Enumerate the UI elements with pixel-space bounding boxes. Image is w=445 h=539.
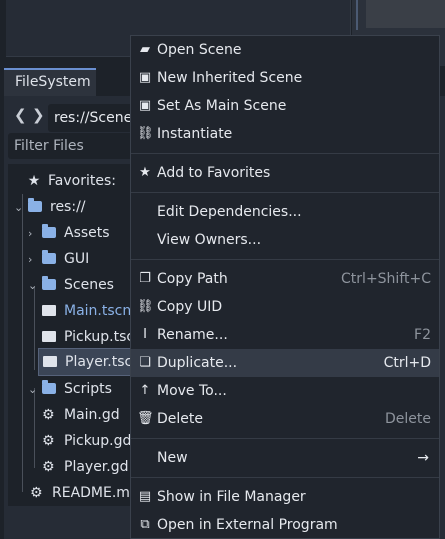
inherited-scene-icon: ▣ <box>138 70 152 85</box>
tree-item-favorites[interactable]: ★ Favorites: <box>26 168 116 194</box>
tree-item-scenes[interactable]: ⌄ Scenes <box>28 272 114 298</box>
menu-separator <box>131 259 439 260</box>
gear-icon: ⚙ <box>42 459 55 475</box>
tree-item-gui[interactable]: › GUI <box>28 246 89 272</box>
menu-item-show-in-file-manager[interactable]: ▤ Show in File Manager <box>131 483 439 511</box>
file-manager-icon: ▤ <box>138 489 152 504</box>
move-up-icon: ↑ <box>139 383 151 398</box>
trash-icon: 🗑 <box>137 411 154 426</box>
forward-arrow-icon[interactable]: ❯ <box>32 106 45 124</box>
menu-item-add-to-favorites[interactable]: ★ Add to Favorites <box>131 159 439 187</box>
menu-separator <box>131 192 439 193</box>
chevron-down-icon: ⌄ <box>14 201 24 214</box>
tree-item-readme[interactable]: ⚙ README.md <box>30 480 139 506</box>
menu-separator <box>131 477 439 478</box>
tree-item-scripts[interactable]: ⌄ Scripts <box>28 376 112 402</box>
link-icon: ⛓ <box>137 126 154 141</box>
menu-item-view-owners[interactable]: View Owners... <box>131 226 439 254</box>
menu-item-open-in-external-program[interactable]: ⧉ Open in External Program <box>131 511 439 539</box>
scene-icon <box>43 356 57 367</box>
tree-item-pickup-tscn[interactable]: Pickup.tscn <box>42 324 143 350</box>
chevron-down-icon: ⌄ <box>28 383 38 396</box>
tree-item-assets[interactable]: › Assets <box>28 220 110 246</box>
menu-separator <box>131 153 439 154</box>
chevron-right-icon: › <box>28 253 33 266</box>
tree-item-main-gd[interactable]: ⚙ Main.gd <box>42 402 120 428</box>
menu-item-new-inherited-scene[interactable]: ▣ New Inherited Scene <box>131 64 439 92</box>
menu-item-set-as-main-scene[interactable]: ▣ Set As Main Scene <box>131 92 439 120</box>
menu-item-duplicate[interactable]: ❏ Duplicate... Ctrl+D <box>131 349 439 377</box>
tree-item-player-gd[interactable]: ⚙ Player.gd <box>42 454 129 480</box>
tab-filesystem[interactable]: FileSystem <box>4 68 96 96</box>
tree-guide <box>22 194 23 492</box>
folder-icon <box>42 250 56 264</box>
chevron-right-icon: › <box>28 227 33 240</box>
folder-icon <box>28 198 42 212</box>
back-arrow-icon[interactable]: ❮ <box>14 106 27 124</box>
viewport-tile <box>366 0 445 28</box>
menu-item-instantiate[interactable]: ⛓ Instantiate <box>131 120 439 148</box>
menu-item-open-scene[interactable]: ▰ Open Scene <box>131 36 439 64</box>
chevron-down-icon: ⌄ <box>28 279 38 292</box>
copy-icon: ❐ <box>139 271 151 286</box>
menu-item-copy-uid[interactable]: ⛓ Copy UID <box>131 293 439 321</box>
tree-item-pickup-gd[interactable]: ⚙ Pickup.gd <box>42 428 131 454</box>
menu-item-move-to[interactable]: ↑ Move To... <box>131 377 439 405</box>
folder-icon <box>42 224 56 238</box>
star-icon: ★ <box>139 165 151 180</box>
play-scene-icon: ▣ <box>138 98 152 113</box>
star-icon: ★ <box>27 173 41 189</box>
rename-cursor-icon: I <box>143 327 147 342</box>
menu-item-rename[interactable]: I Rename... F2 <box>131 321 439 349</box>
external-link-icon: ⧉ <box>140 517 150 532</box>
menu-separator <box>131 438 439 439</box>
tree-item-main-tscn[interactable]: Main.tscn <box>42 298 131 324</box>
menu-item-copy-path[interactable]: ❐ Copy Path Ctrl+Shift+C <box>131 265 439 293</box>
link-icon: ⛓ <box>137 299 154 314</box>
scene-icon <box>42 305 56 316</box>
tree-item-res-root[interactable]: ⌄ res:// <box>14 194 86 220</box>
menu-item-delete[interactable]: 🗑 Delete Delete <box>131 405 439 433</box>
duplicate-icon: ❏ <box>139 355 151 370</box>
folder-icon <box>42 380 56 394</box>
menu-item-new[interactable]: New → <box>131 444 439 472</box>
menu-item-edit-dependencies[interactable]: Edit Dependencies... <box>131 198 439 226</box>
folder-open-icon: ▰ <box>140 42 150 57</box>
scene-icon <box>42 331 56 342</box>
folder-icon <box>42 276 56 290</box>
gear-icon: ⚙ <box>42 407 55 423</box>
gear-icon: ⚙ <box>30 485 43 501</box>
gear-icon: ⚙ <box>42 433 55 449</box>
context-menu: ▰ Open Scene ▣ New Inherited Scene ▣ Set As… <box>130 35 440 539</box>
viewport-guide-line <box>356 0 358 30</box>
arrow-right-icon: → <box>417 450 429 466</box>
